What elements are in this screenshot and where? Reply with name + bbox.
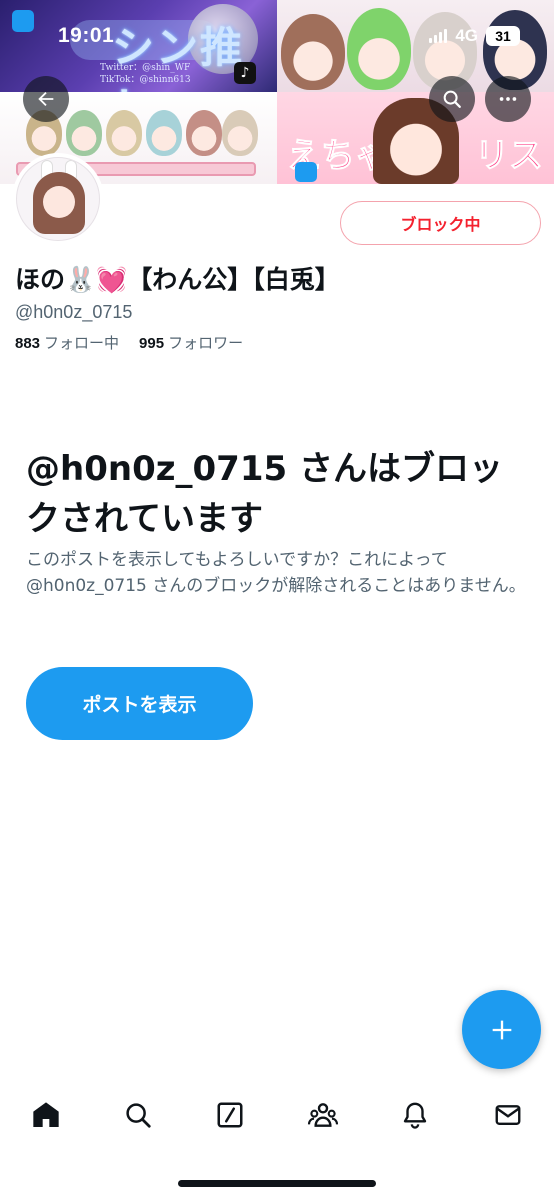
compose-post-button[interactable] [462,990,541,1069]
compose-icon [217,1102,243,1128]
chibi-character-1 [281,14,345,90]
blocked-notice-description: このポストを表示してもよろしいですか？これによって@h0n0z_0715 さんの… [26,550,526,596]
app-icon [295,162,317,182]
home-icon [33,1102,59,1127]
followers-link[interactable]: 995 フォロワー [139,332,243,353]
back-button[interactable] [23,76,69,122]
chibi-row-2 [66,110,102,156]
tiktok-logo-icon: ♪ [234,62,256,84]
chibi-character-2 [347,8,411,90]
more-options-button[interactable] [485,76,531,122]
chibi-row-4 [146,110,182,156]
blocked-button[interactable]: ブロック中 [340,201,541,245]
nav-search[interactable] [121,1098,155,1132]
avatar-image [16,157,100,241]
display-name: ほの🐰💓【わん公】【白兎】 [15,265,340,294]
followers-count: 995 [139,335,165,352]
home-indicator[interactable] [178,1180,376,1187]
search-icon [443,90,461,108]
followers-label: フォロワー [168,334,244,352]
follow-stats: 883 フォロー中 995 フォロワー [15,332,243,353]
chibi-row-6 [222,110,258,156]
plus-icon [492,1020,511,1039]
nav-messages[interactable] [491,1098,525,1132]
blocked-notice-title: @h0n0z_0715 さんはブロックされています [26,449,503,539]
search-icon [126,1103,151,1128]
banner-credit: Twitter：@shin_WF TikTok：@shinn613 [100,62,191,86]
bottom-navigation [0,1082,554,1152]
avatar-face [43,186,75,218]
nav-communities[interactable] [306,1098,340,1132]
network-type: 4G [455,26,478,45]
banner-text-right: リス [475,136,544,177]
banner-credit-line-1: Twitter：@shin_WF [100,63,191,73]
following-count: 883 [15,335,41,352]
nav-home[interactable] [29,1098,63,1132]
chibi-row-5 [186,110,222,156]
banner-credit-line-2: TikTok：@shinn613 [100,75,191,85]
communities-icon [307,1103,339,1127]
status-indicators: 4G 31 [429,26,520,46]
twitter-logo-icon [12,10,34,32]
view-posts-button[interactable]: ポストを表示 [26,667,253,740]
following-label: フォロー中 [44,334,120,352]
battery-icon: 31 [486,26,520,46]
nav-notifications[interactable] [398,1098,432,1132]
chibi-row-3 [106,110,142,156]
status-time: 19:01 [58,24,115,47]
following-link[interactable]: 883 フォロー中 [15,332,119,353]
more-horizontal-icon [499,97,517,101]
nav-compose[interactable] [213,1098,247,1132]
search-button[interactable] [429,76,475,122]
cellular-signal-icon [429,29,448,43]
messages-icon [495,1105,521,1125]
notifications-icon [403,1102,427,1129]
profile-avatar[interactable] [12,153,104,245]
arrow-left-icon [38,91,54,107]
profile-handle: @h0n0z_0715 [15,302,133,322]
